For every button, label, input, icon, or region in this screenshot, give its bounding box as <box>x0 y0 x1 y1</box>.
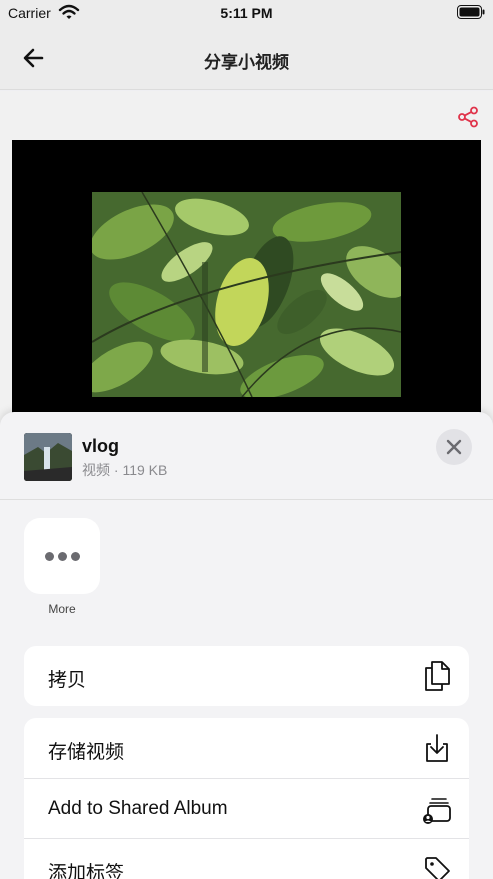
file-meta: 视频 · 119 KB <box>82 462 168 478</box>
action-add-shared-album[interactable]: Add to Shared Album <box>24 778 469 838</box>
share-sheet-header: vlog 视频 · 119 KB <box>0 412 493 500</box>
action-label: 存储视频 <box>48 742 125 763</box>
battery-icon <box>457 5 485 19</box>
copy-icon <box>425 661 450 691</box>
action-group-copy: 拷贝 <box>24 646 469 706</box>
close-icon <box>446 439 462 455</box>
clock: 5:11 PM <box>220 5 273 21</box>
close-button[interactable] <box>436 429 472 465</box>
action-label: Add to Shared Album <box>48 798 228 819</box>
video-thumbnail <box>92 192 401 397</box>
status-bar: Carrier 5:11 PM <box>0 0 493 28</box>
navigation-bar: 分享小视频 <box>0 28 493 90</box>
more-icon <box>24 548 100 566</box>
file-name: vlog <box>82 436 120 456</box>
action-label: 添加标签 <box>48 863 125 879</box>
shared-album-icon <box>423 798 451 824</box>
share-icon[interactable] <box>457 106 479 128</box>
video-player[interactable] <box>12 140 481 420</box>
more-button[interactable] <box>24 518 100 594</box>
more-label: More <box>48 602 76 616</box>
action-add-tag[interactable]: 添加标签 <box>24 838 469 879</box>
action-label: 拷贝 <box>48 670 87 691</box>
save-download-icon <box>426 734 448 762</box>
file-thumbnail <box>24 433 72 481</box>
action-copy[interactable]: 拷贝 <box>24 646 469 706</box>
tag-icon <box>425 857 450 879</box>
action-save-video[interactable]: 存储视频 <box>24 718 469 778</box>
page-title: 分享小视频 <box>204 53 289 72</box>
share-sheet: vlog 视频 · 119 KB More 拷贝 存储视频 Add to Sha… <box>0 412 493 879</box>
action-group-main: 存储视频 Add to Shared Album 添加标签 <box>24 718 469 879</box>
